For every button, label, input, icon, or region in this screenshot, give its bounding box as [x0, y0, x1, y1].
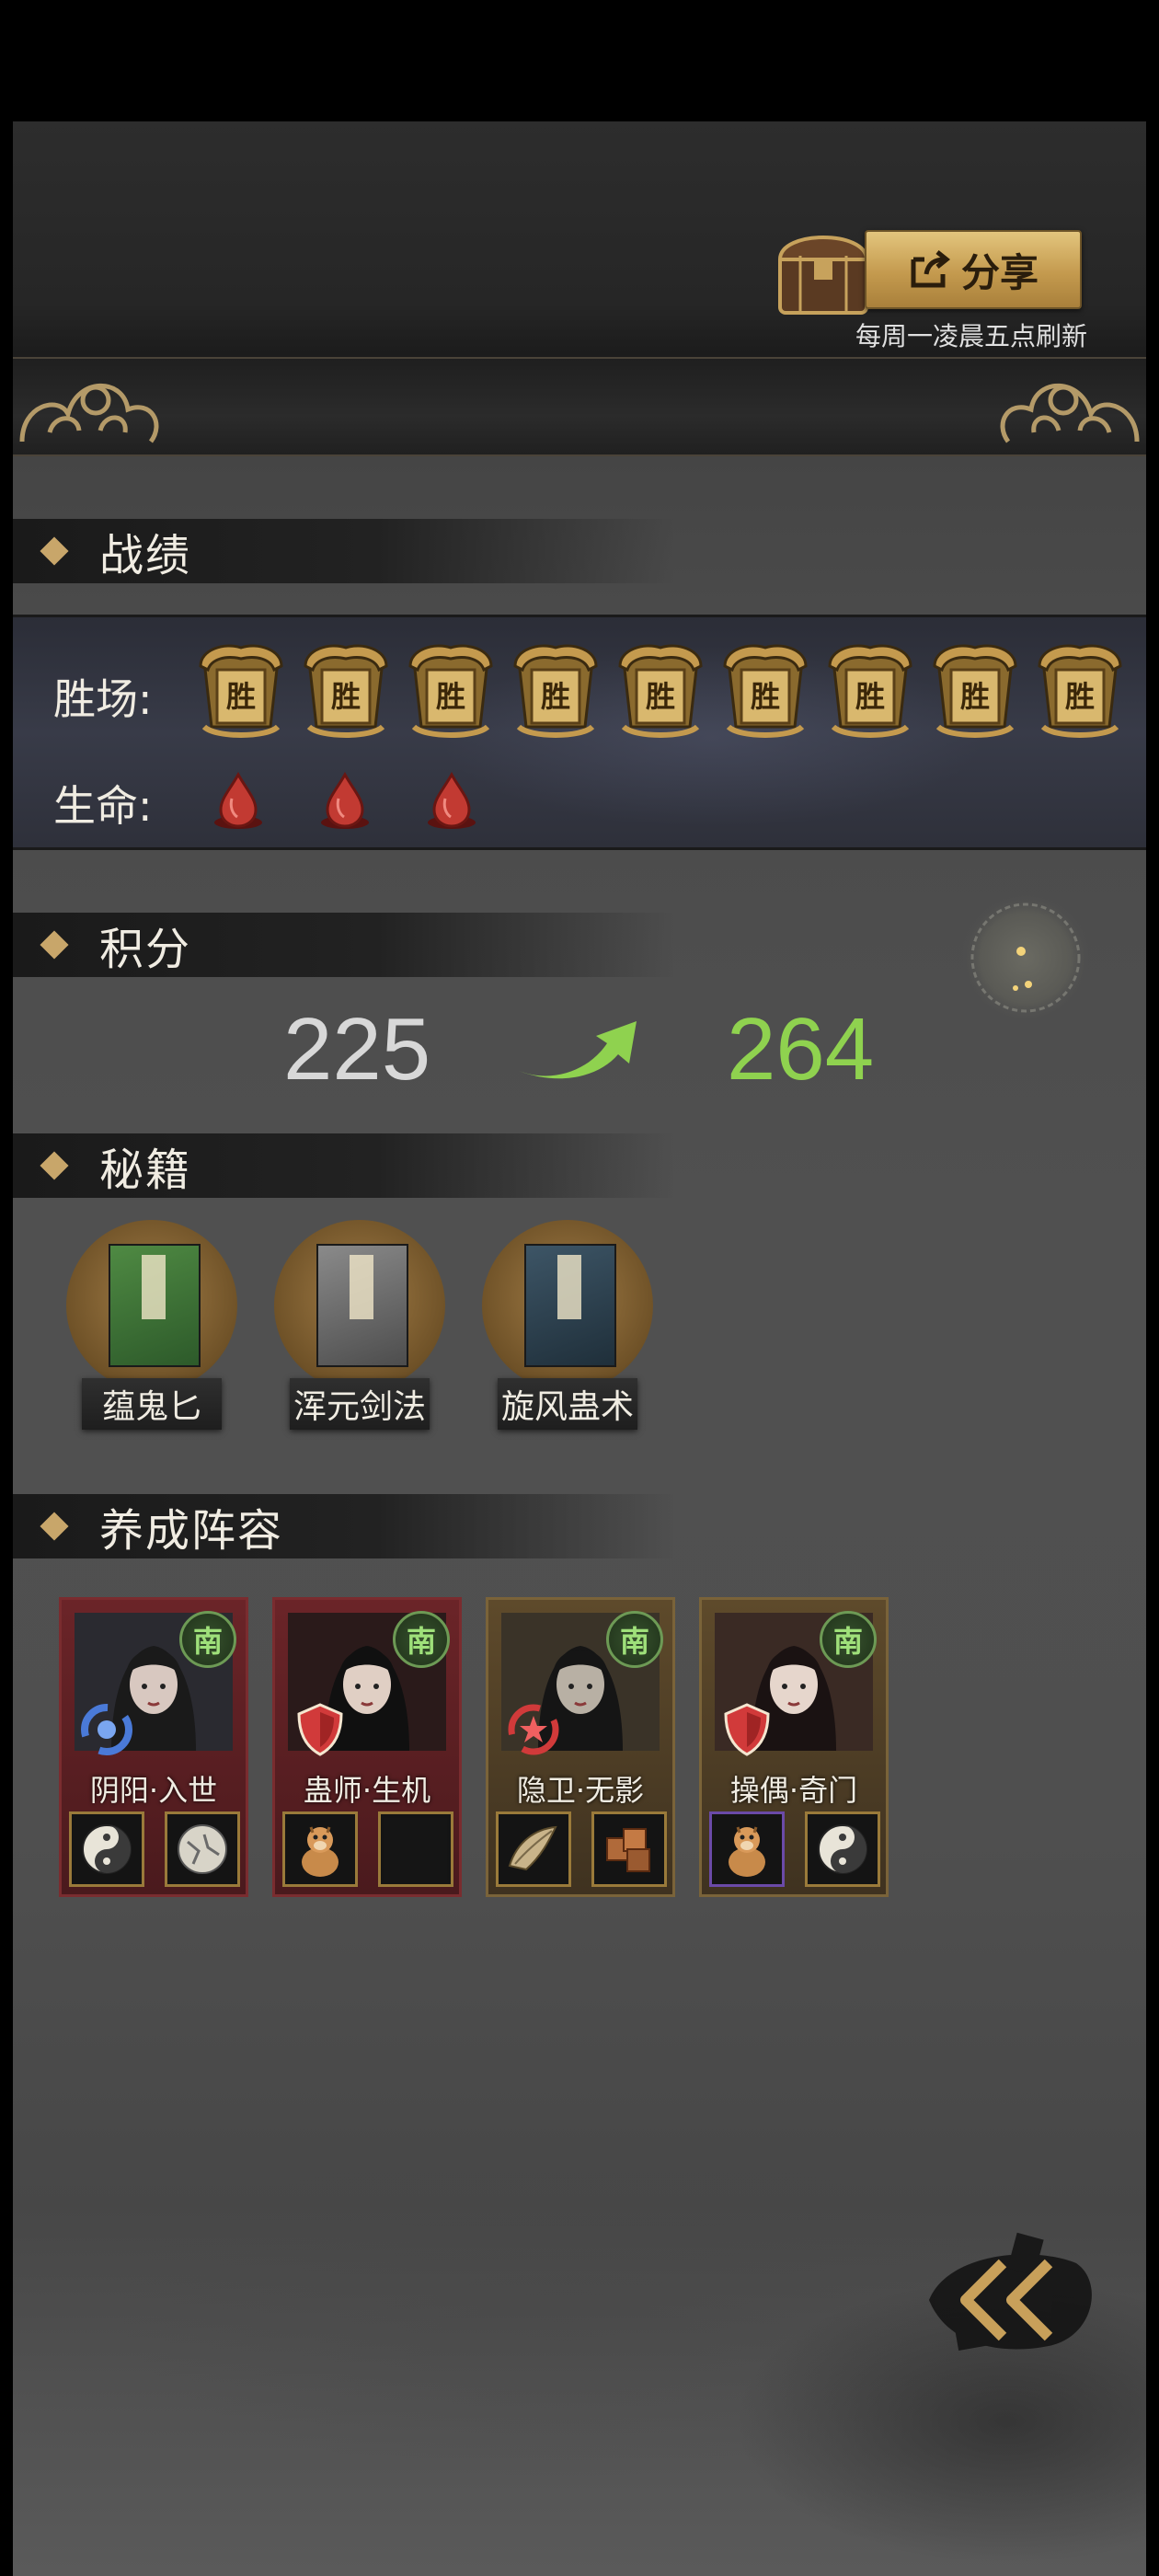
- hero-name: 操偶·奇门: [729, 1773, 858, 1808]
- win-token-text: 胜: [225, 679, 256, 714]
- lives-label: 生命:: [53, 781, 153, 831]
- win-token-icon: 胜: [407, 638, 495, 742]
- faction-text: 南: [192, 1624, 223, 1659]
- win-token-icon: 胜: [511, 638, 600, 742]
- header-banner: [13, 357, 1146, 456]
- book-item[interactable]: 蕴鬼匕: [64, 1220, 239, 1430]
- book-cover-icon: [524, 1244, 616, 1367]
- win-token-text: 胜: [855, 679, 885, 714]
- horn-icon[interactable]: [496, 1811, 571, 1887]
- alpaca-icon[interactable]: [709, 1811, 785, 1887]
- win-token-text: 胜: [1064, 679, 1095, 714]
- blood-drop-icon: [316, 771, 373, 832]
- wood-puzzle-icon[interactable]: [591, 1811, 667, 1887]
- win-token-text: 胜: [540, 679, 570, 714]
- win-token-text: 胜: [330, 679, 361, 714]
- score-title: 积分: [99, 924, 192, 975]
- section-header-books: 秘籍: [13, 1133, 675, 1198]
- book-cover-icon: [316, 1244, 408, 1367]
- books-title: 秘籍: [99, 1144, 192, 1196]
- swirl-icon: [78, 1701, 135, 1758]
- diamond-icon: [40, 536, 69, 566]
- yin-yang-icon[interactable]: [805, 1811, 880, 1887]
- section-header-lineup: 养成阵容: [13, 1494, 675, 1558]
- score-new: 264: [727, 1000, 875, 1098]
- win-token-icon: 胜: [931, 638, 1019, 742]
- share-button[interactable]: 分享: [865, 230, 1082, 309]
- share-icon: [911, 250, 950, 288]
- win-token-icon: 胜: [826, 638, 914, 742]
- faction-badge: 南: [179, 1611, 236, 1668]
- back-chevron-button[interactable]: [892, 2226, 1113, 2364]
- book-medallion: [482, 1220, 653, 1391]
- faction-text: 南: [406, 1624, 436, 1659]
- diamond-icon: [40, 930, 69, 960]
- win-token-icon: 胜: [1036, 638, 1124, 742]
- book-name: 浑元剑法: [290, 1378, 430, 1430]
- increase-arrow-icon: [519, 1021, 637, 1079]
- alpaca-icon[interactable]: [282, 1811, 358, 1887]
- hero-name: 隐卫·无影: [516, 1773, 645, 1808]
- faction-badge: 南: [820, 1611, 877, 1668]
- share-label: 分享: [960, 249, 1039, 295]
- score-old: 225: [283, 1000, 431, 1098]
- swirl-star-icon: [505, 1701, 562, 1758]
- shield-icon: [718, 1701, 775, 1758]
- win-token-icon: 胜: [616, 638, 705, 742]
- hero-name: 阴阳·入世: [89, 1773, 218, 1808]
- blood-drop-icon: [210, 771, 267, 832]
- hero-card[interactable]: 南阴阳·入世: [59, 1597, 248, 1897]
- treasure-chest-icon[interactable]: [773, 221, 874, 320]
- section-header-record: 战绩: [13, 519, 675, 583]
- yin-yang-icon[interactable]: [69, 1811, 144, 1887]
- diamond-icon: [40, 1151, 69, 1180]
- stone-orb-icon[interactable]: [165, 1811, 240, 1887]
- book-name: 旋风蛊术: [498, 1378, 637, 1430]
- win-token-text: 胜: [959, 679, 990, 714]
- lineup-title: 养成阵容: [99, 1505, 284, 1557]
- book-item[interactable]: 浑元剑法: [272, 1220, 447, 1430]
- book-item[interactable]: 旋风蛊术: [480, 1220, 655, 1430]
- hero-name: 蛊师·生机: [303, 1773, 431, 1808]
- empty-slot[interactable]: [378, 1811, 453, 1887]
- book-medallion: [66, 1220, 237, 1391]
- hero-card[interactable]: 南隐卫·无影: [486, 1597, 675, 1897]
- shield-icon: [292, 1701, 349, 1758]
- blood-drop-icon: [423, 771, 480, 832]
- cloud-ornament-right: [1000, 383, 1140, 443]
- faction-text: 南: [619, 1624, 649, 1659]
- win-token-icon: 胜: [197, 638, 285, 742]
- win-token-icon: 胜: [721, 638, 809, 742]
- faction-badge: 南: [606, 1611, 663, 1668]
- win-token-text: 胜: [435, 679, 465, 714]
- diamond-icon: [40, 1512, 69, 1541]
- book-name: 蕴鬼匕: [82, 1378, 222, 1430]
- win-token-text: 胜: [645, 679, 675, 714]
- book-medallion: [274, 1220, 445, 1391]
- hero-card[interactable]: 南蛊师·生机: [272, 1597, 462, 1897]
- record-title: 战绩: [99, 530, 192, 581]
- faction-badge: 南: [393, 1611, 450, 1668]
- spirit-orb-icon[interactable]: [957, 889, 1095, 1027]
- book-cover-icon: [109, 1244, 201, 1367]
- faction-text: 南: [832, 1624, 863, 1659]
- cloud-ornament-left: [19, 383, 159, 443]
- wins-label: 胜场:: [53, 674, 153, 724]
- win-token-text: 胜: [750, 679, 780, 714]
- hero-card[interactable]: 南操偶·奇门: [699, 1597, 889, 1897]
- refresh-note: 每周一凌晨五点刷新: [855, 321, 1087, 351]
- win-token-icon: 胜: [302, 638, 390, 742]
- section-header-score: 积分: [13, 913, 675, 977]
